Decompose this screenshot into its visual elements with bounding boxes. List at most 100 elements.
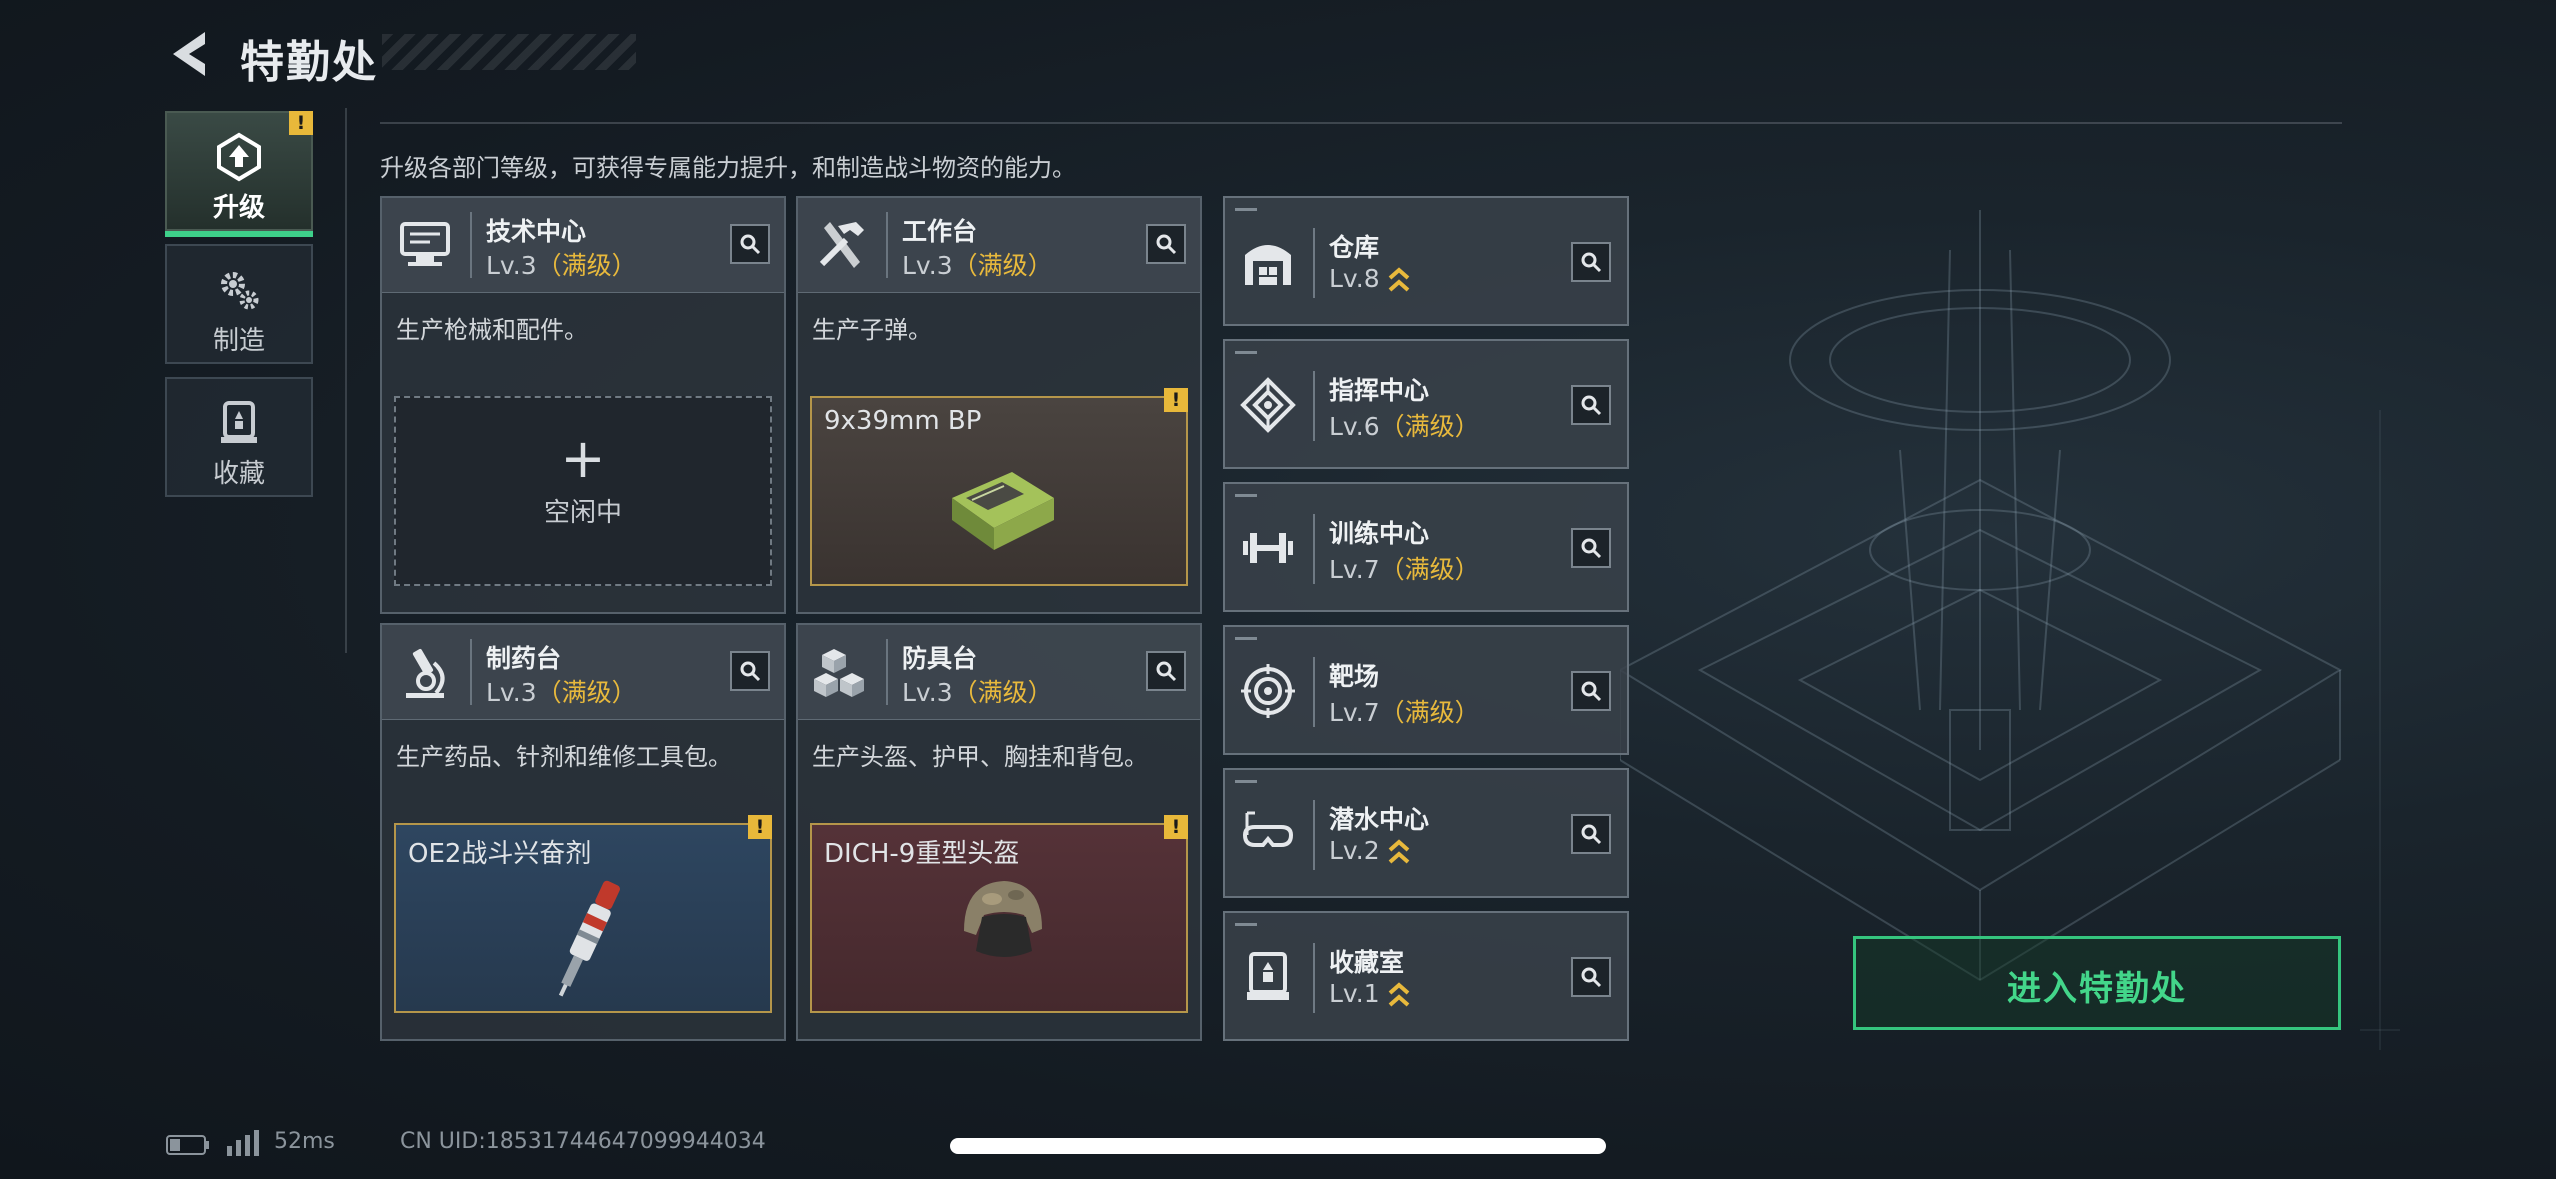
inspect-button[interactable] [1571, 957, 1611, 997]
divider-vertical [345, 108, 347, 653]
production-card-tech-center[interactable]: 技术中心 Lv.3（满级） 生产枪械和配件。 + 空闲中 [380, 196, 786, 614]
facility-row-command-center[interactable]: 指挥中心 Lv.6（满级） [1223, 339, 1629, 469]
facility-level: Lv.7（满级） [1329, 693, 1480, 729]
item-name: OE2战斗兴奋剂 [408, 839, 592, 869]
max-level-tag: （满级） [1379, 555, 1480, 584]
facility-level: Lv.3（满级） [902, 246, 1053, 282]
row-divider [1313, 371, 1315, 441]
facility-name: 制药台 [486, 644, 562, 673]
facility-name: 防具台 [902, 644, 978, 673]
inspect-button[interactable] [1571, 528, 1611, 568]
search-icon [1581, 681, 1602, 702]
trophy-case-icon [1247, 952, 1289, 1000]
alert-badge: ! [1164, 815, 1188, 839]
search-icon [1581, 967, 1602, 988]
facility-name: 技术中心 [486, 217, 587, 246]
facility-name: 仓库 [1329, 233, 1380, 262]
search-icon [1581, 252, 1602, 273]
facility-description: 生产枪械和配件。 [396, 316, 588, 344]
upgrade-available-icon [1388, 839, 1409, 864]
warehouse-icon [1245, 245, 1291, 285]
search-icon [1581, 824, 1602, 845]
intro-text: 升级各部门等级，可获得专属能力提升，和制造战斗物资的能力。 [380, 154, 1076, 182]
idle-label: 空闲中 [543, 498, 622, 528]
item-name: DICH-9重型头盔 [824, 839, 1020, 869]
facility-description: 生产子弹。 [812, 316, 932, 344]
signal-icon [227, 1130, 259, 1156]
inspect-button[interactable] [730, 224, 770, 264]
item-name: 9x39mm BP [824, 406, 982, 436]
tab-craft[interactable]: 制造 [165, 244, 313, 364]
card-header: 制药台 Lv.3（满级） [382, 625, 784, 720]
dumbbell-icon [1243, 533, 1293, 563]
facility-name: 训练中心 [1329, 519, 1430, 548]
max-level-tag: （满级） [1379, 412, 1480, 441]
tab-upgrade[interactable]: 升级 ! [165, 111, 313, 237]
enter-special-ops-button[interactable]: 进入特勤处 [1853, 936, 2341, 1030]
max-level-tag: （满级） [952, 251, 1053, 280]
gears-icon [221, 272, 259, 310]
inspect-button[interactable] [1571, 242, 1611, 282]
level-value: Lv.3 [486, 678, 537, 707]
search-icon [1581, 538, 1602, 559]
level-value: Lv.3 [902, 678, 953, 707]
facility-row-collection-room[interactable]: 收藏室 Lv.1 [1223, 911, 1629, 1041]
corner-mark [1235, 923, 1257, 926]
production-card-workbench[interactable]: 工作台 Lv.3（满级） 生产子弹。 9x39mm BP ! [796, 196, 1202, 614]
max-level-tag: （满级） [536, 678, 637, 707]
facility-name: 工作台 [902, 217, 978, 246]
title-decoration [382, 34, 636, 70]
alert-badge: ! [289, 111, 313, 135]
search-icon [740, 661, 761, 682]
helmet-icon [964, 881, 1042, 957]
facility-description: 生产药品、针剂和维修工具包。 [396, 743, 732, 771]
facility-row-dive-center[interactable]: 潜水中心 Lv.2 [1223, 768, 1629, 898]
enter-button-label: 进入特勤处 [2007, 969, 2187, 1009]
card-header: 技术中心 Lv.3（满级） [382, 198, 784, 293]
facility-row-shooting-range[interactable]: 靶场 Lv.7（满级） [1223, 625, 1629, 755]
facility-level: Lv.1 [1329, 979, 1410, 1009]
inspect-button[interactable] [1571, 814, 1611, 854]
computer-icon [400, 222, 450, 266]
microscope-icon [406, 648, 445, 698]
inspect-button[interactable] [730, 651, 770, 691]
card-header: 防具台 Lv.3（满级） [798, 625, 1200, 720]
tab-upgrade-label: 升级 [212, 193, 265, 223]
search-icon [1156, 661, 1177, 682]
facility-row-training-center[interactable]: 训练中心 Lv.7（满级） [1223, 482, 1629, 612]
home-indicator[interactable] [950, 1138, 1606, 1154]
inspect-button[interactable] [1146, 651, 1186, 691]
row-divider [1313, 657, 1315, 727]
production-card-pharmacy[interactable]: 制药台 Lv.3（满级） 生产药品、针剂和维修工具包。 OE2战斗兴奋剂 ! [380, 623, 786, 1041]
facility-name: 靶场 [1329, 662, 1380, 691]
production-slot-item[interactable]: OE2战斗兴奋剂 ! [394, 815, 772, 1013]
inspect-button[interactable] [1571, 385, 1611, 425]
production-slot-item[interactable]: DICH-9重型头盔 ! [810, 815, 1188, 1013]
inspect-button[interactable] [1146, 224, 1186, 264]
row-divider [1313, 228, 1315, 298]
level-value: Lv.1 [1329, 979, 1380, 1008]
tab-craft-label: 制造 [212, 326, 265, 356]
back-arrow-icon[interactable] [163, 26, 219, 82]
production-slot-idle[interactable]: + 空闲中 [394, 396, 772, 586]
facility-level: Lv.3（满级） [486, 246, 637, 282]
facility-name: 收藏室 [1329, 948, 1405, 977]
search-icon [1581, 395, 1602, 416]
page-title: 特勤处 [240, 37, 378, 88]
facility-row-warehouse[interactable]: 仓库 Lv.8 [1223, 196, 1629, 326]
facility-level: Lv.3（满级） [486, 673, 637, 709]
tab-collection[interactable]: 收藏 [165, 377, 313, 497]
inspect-button[interactable] [1571, 671, 1611, 711]
ammo-box-icon [952, 472, 1054, 550]
production-slot-item[interactable]: 9x39mm BP ! [810, 388, 1188, 586]
header-divider [886, 212, 888, 278]
card-header: 工作台 Lv.3（满级） [798, 198, 1200, 293]
command-icon [1240, 377, 1296, 433]
level-value: Lv.8 [1329, 264, 1380, 293]
upgrade-icon [217, 132, 261, 182]
battery-icon [166, 1135, 209, 1155]
alert-badge: ! [1164, 388, 1188, 412]
add-icon: + [560, 427, 606, 490]
header-divider [470, 639, 472, 705]
production-card-armor[interactable]: 防具台 Lv.3（满级） 生产头盔、护甲、胸挂和背包。 DICH-9重型头盔 ! [796, 623, 1202, 1041]
